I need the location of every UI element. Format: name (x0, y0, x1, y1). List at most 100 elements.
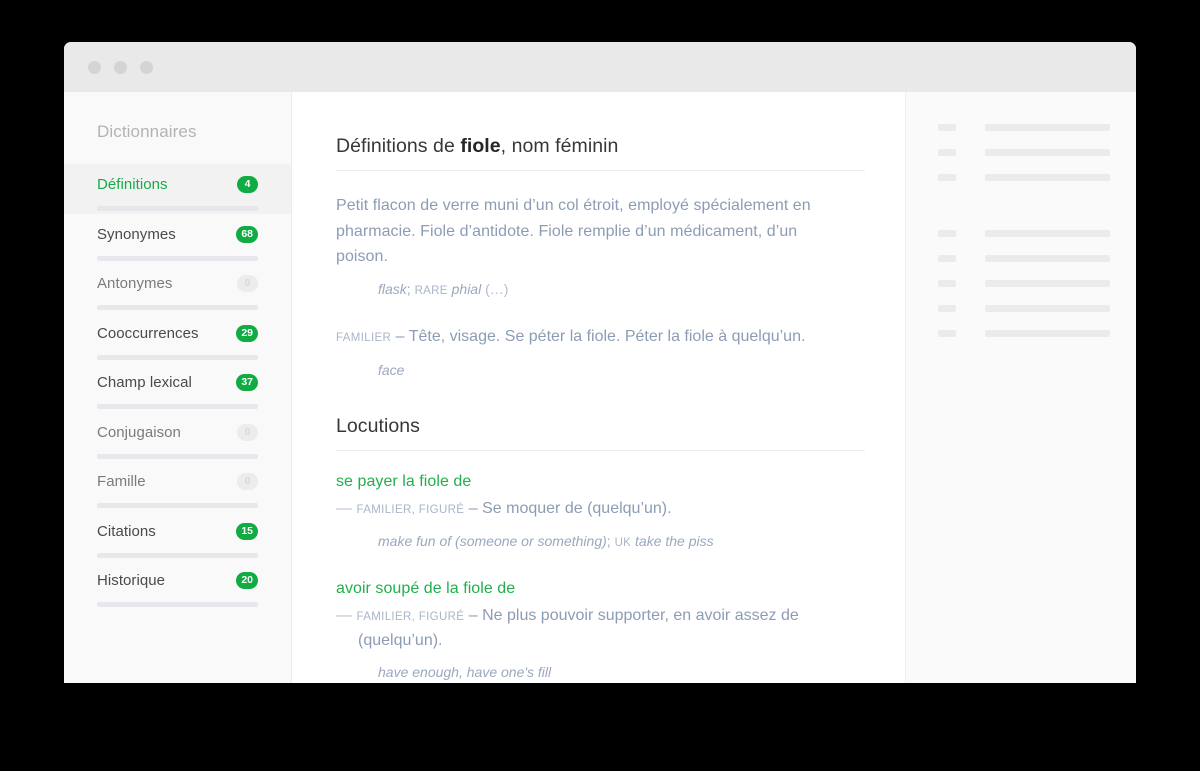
placeholder-row (938, 149, 1110, 156)
sidebar-item-underline (97, 453, 258, 459)
locution-dash: – (468, 606, 478, 624)
sidebar-item-synonymes[interactable]: Synonymes 68 (64, 214, 291, 264)
definitions-heading-prefix: Définitions de (336, 135, 461, 158)
translation-term-2: phial (451, 280, 482, 297)
sidebar-item-label: Antonymes (97, 275, 173, 292)
placeholder-short-bar (938, 255, 956, 262)
locution-term[interactable]: se payer la fiole de (336, 473, 865, 491)
locutions-heading: Locutions (336, 415, 865, 451)
sidebar-item-count-badge: 20 (236, 572, 258, 589)
sidebar-item-count-badge: 0 (237, 473, 258, 490)
sidebar-item-row: Conjugaison 0 (97, 423, 258, 441)
window-titlebar (64, 42, 1136, 92)
sidebar-item-label: Synonymes (97, 225, 176, 243)
sidebar-item-label: Historique (97, 572, 166, 589)
sidebar-item-underline (97, 305, 258, 310)
sidebar-item-underline (97, 602, 258, 607)
locution-translation-2: take the piss (635, 532, 714, 549)
locution-bullet: — (336, 606, 352, 624)
sidebar-item-row: Historique 20 (97, 572, 258, 589)
main-content: Définitions de fiole, nom féminin Petit … (292, 92, 905, 683)
sidebar-item-count-badge: 0 (237, 423, 258, 441)
locution-term[interactable]: avoir soupé de la fiole de (336, 580, 865, 598)
sidebar-item-count-badge: 15 (236, 522, 258, 540)
placeholder-row (938, 305, 1110, 312)
locution-definition: — FAMILIER, FIGURÉ – Se moquer de (quelq… (336, 497, 841, 522)
sidebar-item-row: Synonymes 68 (97, 225, 258, 243)
sidebar-item-label: Conjugaison (97, 423, 181, 441)
sidebar-item-count-badge: 4 (237, 176, 258, 193)
placeholder-row (938, 174, 1110, 181)
definitions-heading-word: fiole (460, 135, 501, 158)
placeholder-long-bar (985, 230, 1110, 237)
sidebar-item-count-badge: 68 (236, 225, 258, 243)
placeholder-row (938, 330, 1110, 337)
locution-registers: FAMILIER, FIGURÉ (356, 610, 465, 623)
sidebar-item-historique[interactable]: Historique 20 (64, 560, 291, 610)
translation-term-1: flask (378, 280, 407, 297)
sidebar-item-underline (97, 404, 258, 409)
sidebar-item-underline (97, 255, 258, 261)
placeholder-short-bar (938, 330, 956, 337)
placeholder-long-bar (985, 280, 1110, 287)
placeholder-row (938, 230, 1110, 237)
close-dot-icon[interactable] (88, 60, 101, 74)
placeholder-short-bar (938, 174, 956, 181)
sidebar-item-definitions[interactable]: Définitions 4 (64, 164, 291, 214)
window-body: Dictionnaires Définitions 4 Synonymes 68 (64, 92, 1136, 683)
locution-translation-1: make fun of (someone or something) (378, 532, 607, 549)
sidebar-item-underline (97, 552, 258, 558)
sidebar-item-row: Famille 0 (97, 473, 258, 490)
sidebar-item-famille[interactable]: Famille 0 (64, 461, 291, 511)
definition-entry-1: Petit flacon de verre muni d’un col étro… (336, 193, 865, 302)
definition-body: Tête, visage. Se péter la fiole. Péter l… (408, 327, 806, 345)
sidebar-item-row: Citations 15 (97, 522, 258, 540)
locution-entry: avoir soupé de la fiole de — FAMILIER, F… (336, 580, 865, 683)
sidebar-item-underline (97, 206, 258, 211)
placeholder-short-bar (938, 305, 956, 312)
definition-dash: – (395, 327, 405, 345)
minimize-dot-icon[interactable] (114, 60, 127, 74)
placeholder-long-bar (985, 124, 1110, 131)
screenshot-root: Dictionnaires Définitions 4 Synonymes 68 (0, 0, 1200, 771)
placeholder-long-bar (985, 174, 1110, 181)
sidebar-item-citations[interactable]: Citations 15 (64, 511, 291, 561)
sidebar-item-antonymes[interactable]: Antonymes 0 (64, 263, 291, 313)
locution-registers: FAMILIER, FIGURÉ (356, 503, 465, 516)
sidebar-item-cooccurrences[interactable]: Cooccurrences 29 (64, 313, 291, 363)
translation-separator: ; (406, 280, 411, 297)
sidebar-item-conjugaison[interactable]: Conjugaison 0 (64, 412, 291, 462)
sidebar-item-underline (97, 354, 258, 360)
translation-more: (…) (485, 280, 509, 297)
sidebar-item-count-badge: 0 (237, 275, 258, 292)
placeholder-long-bar (985, 149, 1110, 156)
definition-translation-1: flask; RARE phial (…) (336, 278, 865, 302)
locution-definition: — FAMILIER, FIGURÉ – Ne plus pouvoir sup… (336, 604, 863, 653)
sidebar: Dictionnaires Définitions 4 Synonymes 68 (64, 92, 292, 683)
right-placeholder-panel (905, 92, 1136, 683)
locution-translation: make fun of (someone or something); UK t… (336, 530, 865, 554)
placeholder-long-bar (985, 255, 1110, 262)
sidebar-item-label: Cooccurrences (97, 324, 199, 342)
sidebar-item-label: Champ lexical (97, 374, 192, 391)
definition-register: FAMILIER (336, 331, 392, 344)
sidebar-item-row: Cooccurrences 29 (97, 324, 258, 342)
definition-entry-2: FAMILIER – Tête, visage. Se péter la fio… (336, 324, 865, 381)
zoom-dot-icon[interactable] (140, 60, 153, 74)
placeholder-long-bar (985, 330, 1110, 337)
definition-text-2: FAMILIER – Tête, visage. Se péter la fio… (336, 324, 865, 351)
sidebar-item-champ-lexical[interactable]: Champ lexical 37 (64, 362, 291, 412)
locution-translation: have enough, have one's fill (378, 663, 552, 680)
locution-dash: – (468, 499, 478, 517)
placeholder-row (938, 255, 1110, 262)
locution-definition-text: Se moquer de (quelqu’un). (482, 499, 672, 517)
definition-text-1: Petit flacon de verre muni d’un col étro… (336, 197, 811, 266)
sidebar-item-underline (97, 503, 258, 508)
placeholder-row (938, 124, 1110, 131)
placeholder-short-bar (938, 149, 956, 156)
locution-entry: se payer la fiole de — FAMILIER, FIGURÉ … (336, 473, 865, 554)
locution-bullet: — (336, 499, 352, 517)
sidebar-item-label: Définitions (97, 176, 168, 193)
placeholder-long-bar (985, 305, 1110, 312)
sidebar-item-row: Antonymes 0 (97, 275, 258, 292)
